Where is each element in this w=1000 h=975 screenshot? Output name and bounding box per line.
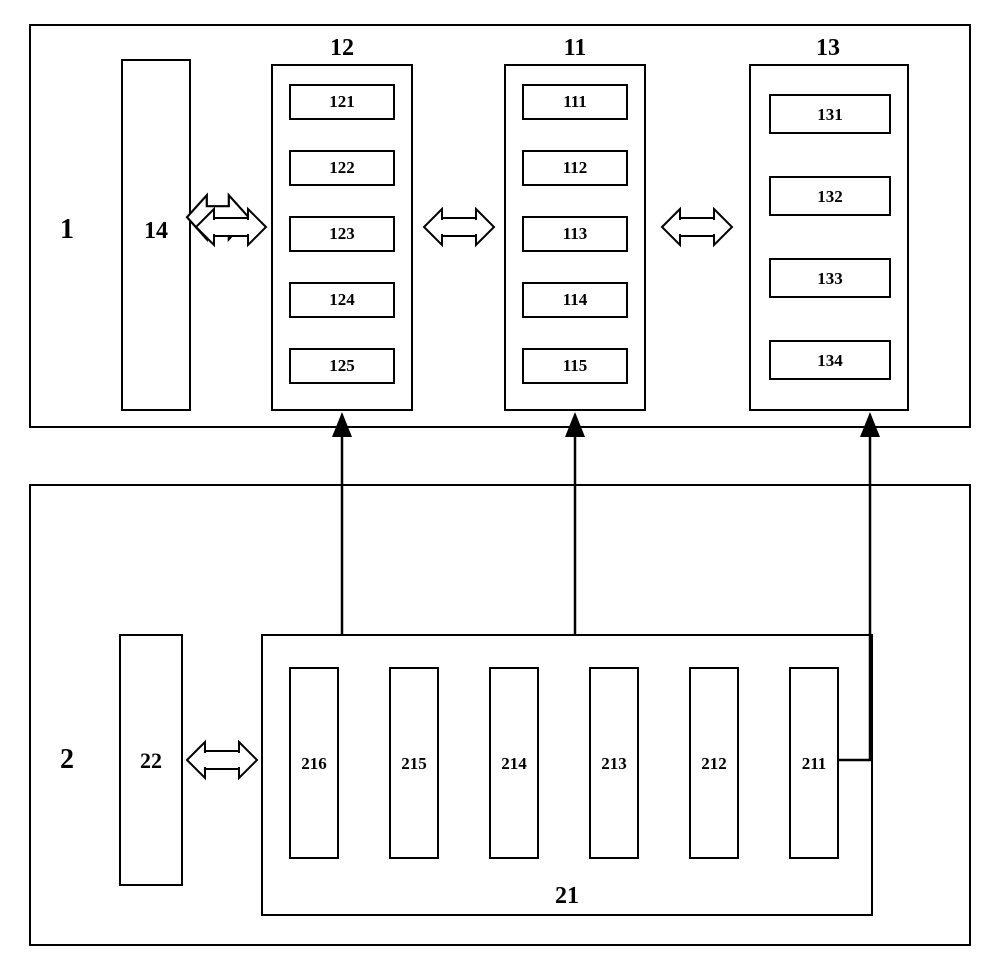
module-13-item-1: 132 <box>817 187 843 206</box>
module-12: 12 121 122 123 124 125 <box>272 35 412 410</box>
module-21-label: 21 <box>555 883 579 909</box>
group-1-label: 1 <box>60 214 74 245</box>
module-13-item-0: 131 <box>817 105 843 124</box>
module-12-item-1: 122 <box>329 158 355 177</box>
module-13-label: 13 <box>816 35 840 61</box>
module-11-item-1: 112 <box>563 158 588 177</box>
module-21-item-0: 216 <box>301 754 327 773</box>
module-11-item-3: 114 <box>563 290 588 309</box>
module-12-item-2: 123 <box>329 224 355 243</box>
arrow-211-to-13 <box>838 417 870 760</box>
module-21-item-5: 211 <box>802 754 827 773</box>
double-arrow-22-21 <box>187 742 257 778</box>
module-11-item-4: 115 <box>563 356 588 375</box>
double-arrow-12-11 <box>424 209 494 245</box>
module-13-item-2: 133 <box>817 269 843 288</box>
module-12-item-3: 124 <box>329 290 355 309</box>
group-2-box <box>30 485 970 945</box>
module-21-item-1: 215 <box>401 754 427 773</box>
module-12-label: 12 <box>330 35 354 61</box>
module-11-item-0: 111 <box>563 92 587 111</box>
module-14-label: 14 <box>144 218 168 244</box>
module-12-item-0: 121 <box>329 92 355 111</box>
module-13-item-3: 134 <box>817 351 843 370</box>
module-21-item-2: 214 <box>501 754 527 773</box>
module-21-item-4: 212 <box>701 754 727 773</box>
module-12-item-4: 125 <box>329 356 355 375</box>
module-22-label: 22 <box>140 748 162 773</box>
module-21-item-3: 213 <box>601 754 627 773</box>
module-11-label: 11 <box>564 35 587 61</box>
double-arrow-11-13 <box>662 209 732 245</box>
module-11: 11 111 112 113 114 115 <box>505 35 645 410</box>
module-21: 21 216 215 214 213 212 211 <box>262 635 872 915</box>
module-13: 13 131 132 133 134 <box>750 35 908 410</box>
group-2-label: 2 <box>60 744 74 775</box>
module-11-item-2: 113 <box>563 224 588 243</box>
